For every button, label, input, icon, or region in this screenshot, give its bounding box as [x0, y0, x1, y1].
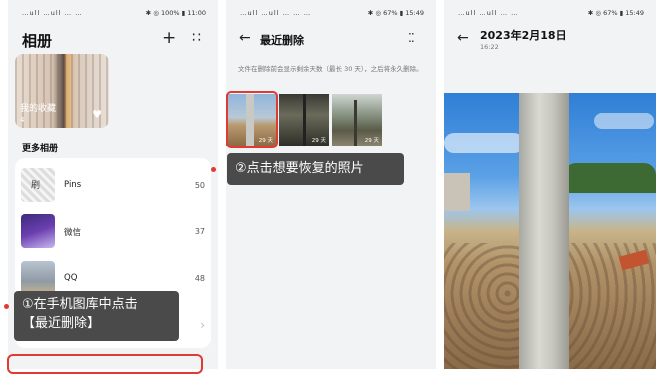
photo-time: 16:22 — [480, 43, 499, 51]
photo-content — [354, 100, 357, 146]
page-title: 最近删除 — [260, 34, 304, 47]
battery-time: ✱ ◎ 67% ▮ 15:49 — [367, 9, 424, 17]
album-row-pins[interactable]: 刷 Pins 50 — [15, 162, 211, 206]
concrete-pole — [519, 93, 569, 369]
selected-photo-highlight[interactable] — [226, 91, 278, 148]
status-bar: …ull …ull … … ✱ ◎ 100% ▮ 11:00 — [8, 9, 218, 21]
building-shape — [444, 173, 470, 211]
album-row-wechat[interactable]: 微信 37 — [15, 208, 211, 252]
page-title: 相册 — [22, 32, 53, 50]
photo-content — [303, 94, 306, 146]
album-thumbnail — [21, 261, 55, 295]
photo-preview[interactable] — [444, 93, 656, 369]
heart-icon: ♥ — [92, 108, 102, 121]
status-bar: …ull …ull … … ✱ ◎ 67% ▮ 15:49 — [444, 9, 656, 21]
cloud-shape — [594, 113, 654, 129]
recently-deleted-highlight[interactable] — [7, 354, 203, 374]
back-arrow-icon[interactable]: ← — [239, 30, 251, 46]
signal-indicators: …ull …ull … … — [458, 9, 519, 17]
step-1-callout: ①在手机图库中点击 【最近删除】 — [14, 291, 179, 341]
album-thumbnail: 刷 — [21, 168, 55, 202]
battery-time: ✱ ◎ 100% ▮ 11:00 — [145, 9, 206, 17]
deletion-notice: 文件在删除前会显示剩余天数（最长 30 天），之后将永久删除。 — [238, 65, 423, 73]
album-thumbnail — [21, 214, 55, 248]
add-album-icon[interactable]: + — [162, 28, 176, 48]
album-count: 50 — [194, 181, 205, 190]
favorites-label: 我的收藏 — [20, 104, 57, 114]
back-arrow-icon[interactable]: ← — [457, 30, 469, 46]
cloud-shape — [444, 133, 524, 153]
step-2-callout: ②点击想要恢复的照片 — [227, 153, 404, 185]
photo-view-screen: …ull …ull … … ✱ ◎ 67% ▮ 15:49 ← 2023年2月1… — [444, 0, 656, 369]
signal-indicators: …ull …ull … … — [22, 9, 83, 17]
chevron-right-icon[interactable]: › — [200, 318, 205, 332]
signal-indicators: …ull …ull … … … — [240, 9, 312, 17]
more-options-icon[interactable]: ⁚⁚ — [408, 31, 415, 45]
favorites-album[interactable]: 我的收藏 4 ♥ — [15, 54, 109, 128]
album-name: 微信 — [64, 228, 82, 238]
photo-date: 2023年2月18日 — [480, 29, 567, 42]
favorites-count: 4 — [20, 116, 25, 124]
callout-marker — [211, 167, 216, 172]
status-bar: …ull …ull … … … ✱ ◎ 67% ▮ 15:49 — [226, 9, 436, 21]
more-options-icon[interactable]: ∷ — [192, 30, 201, 46]
album-name: QQ — [64, 273, 78, 283]
step-1-line-2: 【最近删除】 — [22, 316, 101, 331]
days-remaining: 29 天 — [311, 138, 326, 144]
deleted-photo-3[interactable]: 29 天 — [332, 94, 382, 146]
album-count: 48 — [194, 274, 205, 283]
more-albums-heading: 更多相册 — [22, 144, 59, 154]
battery-time: ✱ ◎ 67% ▮ 15:49 — [587, 9, 644, 17]
album-count: 37 — [194, 227, 205, 236]
deleted-photo-2[interactable]: 29 天 — [279, 94, 329, 146]
trees-shape — [564, 163, 656, 193]
step-1-line-1: ①在手机图库中点击 — [22, 297, 138, 312]
callout-marker — [4, 304, 9, 309]
album-name: Pins — [64, 180, 82, 190]
days-remaining: 29 天 — [364, 138, 379, 144]
